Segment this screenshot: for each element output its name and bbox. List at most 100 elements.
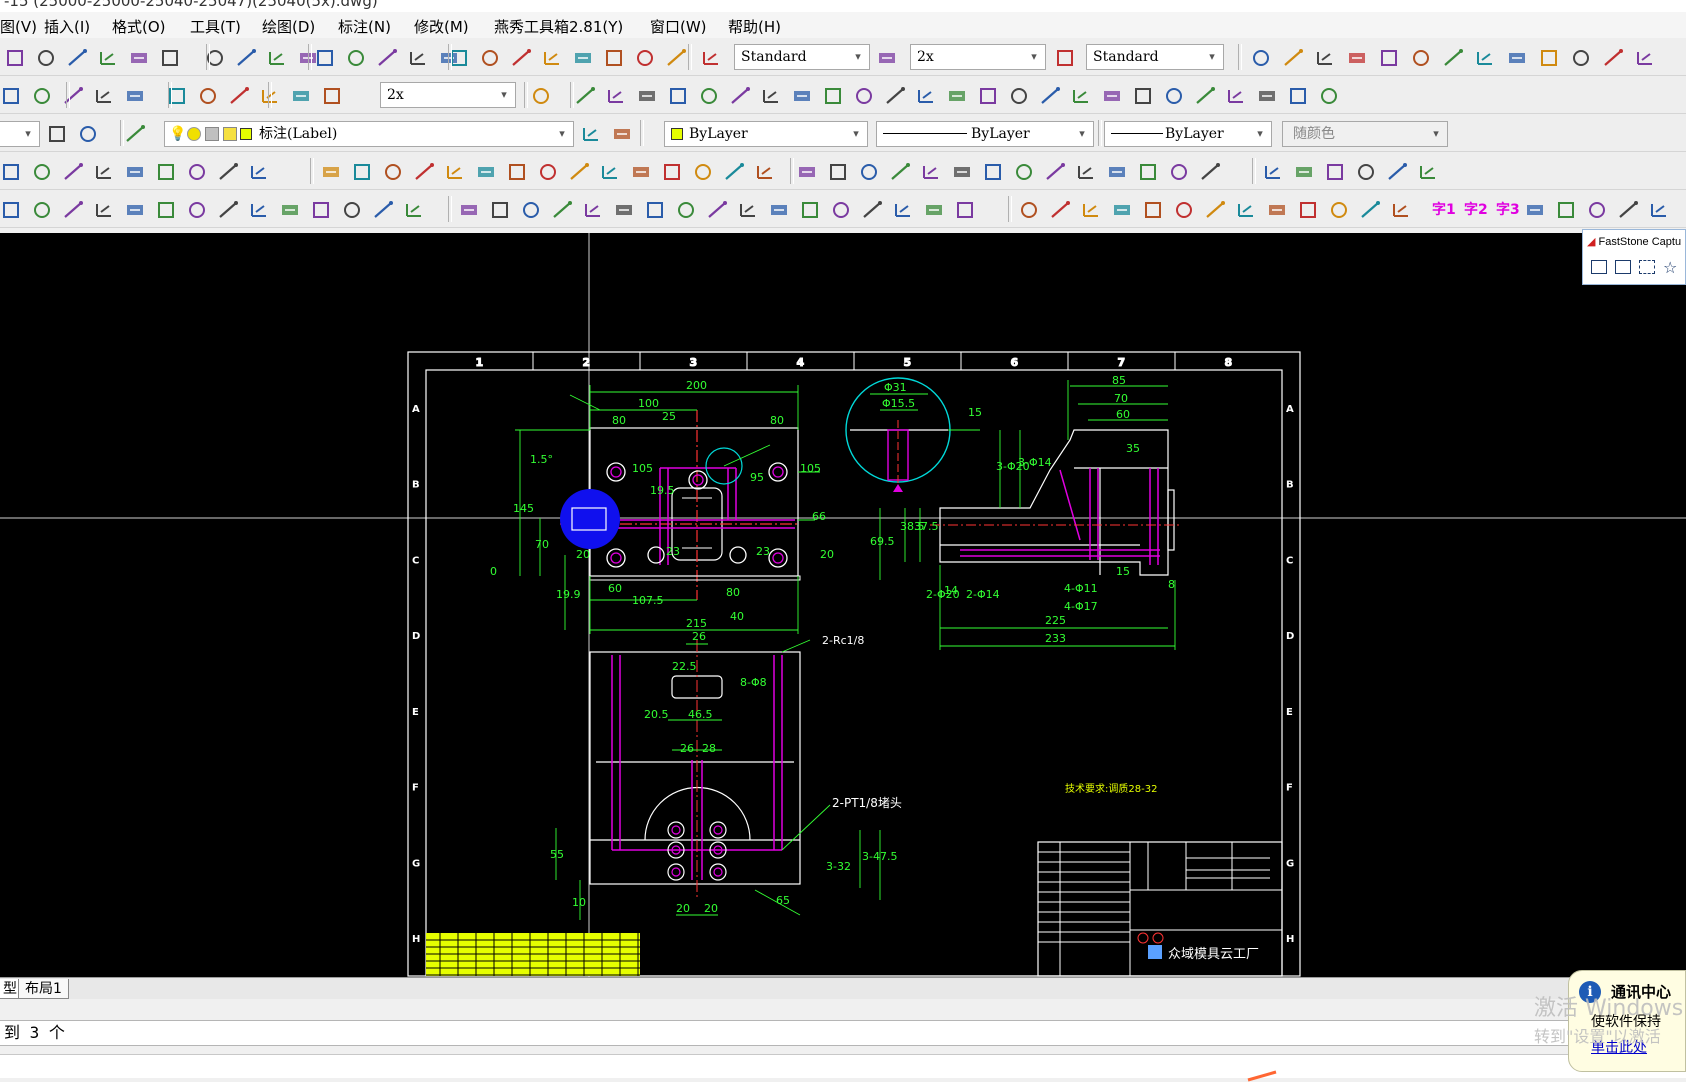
sheet-set-icon[interactable] [537,161,559,183]
text-style-select[interactable]: Standard ▾ [734,44,870,70]
offset-icon[interactable] [1256,85,1278,107]
calculator-icon[interactable] [582,199,604,221]
save-icon[interactable] [35,47,57,69]
cut-icon[interactable] [580,123,602,145]
copy-icon[interactable] [128,47,150,69]
help-icon[interactable] [572,47,594,69]
properties-icon[interactable] [407,47,429,69]
trim-icon[interactable] [1194,85,1216,107]
copy-icon[interactable] [124,161,146,183]
block-icon[interactable] [951,161,973,183]
insert-icon[interactable] [1132,85,1154,107]
calculator-icon[interactable] [760,85,782,107]
chamfer-icon[interactable] [1355,161,1377,183]
explode-icon[interactable] [1386,161,1408,183]
polyline-icon[interactable] [853,85,875,107]
arc-icon[interactable] [737,199,759,221]
markup-icon[interactable] [568,161,590,183]
save-icon[interactable] [77,123,99,145]
cut-icon[interactable] [97,47,119,69]
open-icon[interactable] [46,123,68,145]
print-icon[interactable] [62,199,84,221]
text-style-2-button[interactable]: 字2 [1464,199,1488,219]
print-icon[interactable] [62,161,84,183]
trim-icon[interactable] [1442,47,1464,69]
tangent-icon[interactable] [1617,199,1639,221]
layer-state-select[interactable]: ▾ [0,121,40,147]
menu-draw[interactable]: 绘图(D) [262,16,315,37]
offset-icon[interactable] [1106,161,1128,183]
zoom-window-icon[interactable] [530,85,552,107]
text-icon[interactable] [1008,85,1030,107]
layer-icon[interactable] [1314,47,1336,69]
cut-icon[interactable] [93,85,115,107]
rectangle-icon[interactable] [876,47,898,69]
zoom-window-icon[interactable] [382,161,404,183]
hatch-icon[interactable] [977,85,999,107]
dimension-icon[interactable] [1282,47,1304,69]
menu-view[interactable]: 图(V) [0,16,37,37]
design-center-icon[interactable] [475,161,497,183]
snap-icon[interactable] [1524,199,1546,221]
print-icon[interactable] [124,123,146,145]
pan-icon[interactable] [320,161,342,183]
plot-style-select[interactable]: 随颜色 ▾ [1282,121,1448,147]
paste-icon[interactable] [159,47,181,69]
menu-yanxiu-toolbox[interactable]: 燕秀工具箱2.81(Y) [494,16,623,37]
menu-insert[interactable]: 插入(I) [44,16,90,37]
design-center-icon[interactable] [458,199,480,221]
circle-icon[interactable] [706,199,728,221]
scale-icon[interactable] [1634,47,1656,69]
rectangle-icon[interactable] [796,161,818,183]
layer-icon[interactable] [892,199,914,221]
markup-icon[interactable] [510,47,532,69]
circle-icon[interactable] [723,161,745,183]
redo-icon[interactable] [248,161,270,183]
line-icon[interactable] [603,47,625,69]
brush-icon[interactable] [186,199,208,221]
line-icon[interactable] [644,199,666,221]
scale-icon[interactable] [1235,199,1257,221]
help-icon[interactable] [613,199,635,221]
move-icon[interactable] [1168,161,1190,183]
insert-icon[interactable] [954,199,976,221]
explode-icon[interactable] [1359,199,1381,221]
rectangle-icon[interactable] [946,85,968,107]
polyline-icon[interactable] [692,161,714,183]
text-style-1-button[interactable]: 字1 [1432,199,1456,219]
polyline-icon[interactable] [675,199,697,221]
properties-icon[interactable] [605,85,627,107]
hatch-icon[interactable] [1054,47,1076,69]
line-icon[interactable] [661,161,683,183]
markup-icon[interactable] [551,199,573,221]
zoom-icon[interactable] [321,85,343,107]
tool-palette-icon[interactable] [489,199,511,221]
block-icon[interactable] [923,199,945,221]
hatch-icon[interactable] [827,161,849,183]
zoom-previous-icon[interactable] [372,199,394,221]
stretch-icon[interactable] [1293,161,1315,183]
save-icon[interactable] [31,199,53,221]
copy-icon[interactable] [124,199,146,221]
rotate-icon[interactable] [1602,47,1624,69]
block-icon[interactable] [1346,47,1368,69]
linetype-select[interactable]: ByLayer ▾ [876,121,1094,147]
mirror-icon[interactable] [1287,85,1309,107]
undo-icon[interactable] [217,161,239,183]
circle-icon[interactable] [665,47,687,69]
trim-icon[interactable] [1044,161,1066,183]
undo-icon[interactable] [217,199,239,221]
print-icon[interactable] [66,47,88,69]
pan-icon[interactable] [279,199,301,221]
text-icon[interactable] [830,199,852,221]
offset-icon[interactable] [1506,47,1528,69]
faststone-capture-panel[interactable]: ◢ FastStone Captu ☆ [1582,229,1686,285]
scale-icon[interactable] [1262,161,1284,183]
chamfer-icon[interactable] [1328,199,1350,221]
table-icon[interactable] [1410,47,1432,69]
table-icon[interactable] [1013,161,1035,183]
menu-tools[interactable]: 工具(T) [190,16,241,37]
offset-icon[interactable] [1111,199,1133,221]
menu-format[interactable]: 格式(O) [112,16,166,37]
capture-region-icon[interactable] [1639,260,1655,274]
